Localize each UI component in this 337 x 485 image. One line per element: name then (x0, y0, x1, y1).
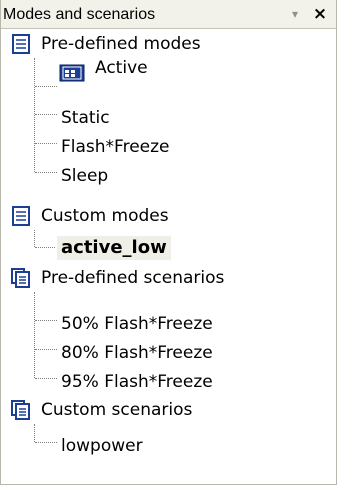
modes-scenarios-panel: Modes and scenarios ▾ × Pre-defined mode… (0, 0, 337, 485)
category-custom-modes[interactable]: Custom modes (1, 202, 336, 230)
tree-item-label: 50% Flash*Freeze (61, 314, 213, 334)
panel-titlebar: Modes and scenarios ▾ × (1, 0, 336, 29)
stacked-documents-icon (11, 268, 30, 288)
tree-item-label: Active (95, 58, 148, 78)
active-mode-icon (59, 64, 85, 82)
dropdown-arrow-icon[interactable]: ▾ (288, 7, 302, 21)
tree-item-label: 80% Flash*Freeze (61, 343, 213, 363)
tree-item-scenario-50[interactable]: 50% Flash*Freeze (1, 310, 336, 338)
tree-item-scenario-95[interactable]: 95% Flash*Freeze (1, 368, 336, 396)
tree-item-label: Static (61, 108, 110, 128)
panel-title: Modes and scenarios (3, 6, 156, 23)
category-custom-scenarios[interactable]: Custom scenarios (1, 396, 336, 424)
category-label: Custom scenarios (41, 400, 193, 420)
tree-item-sleep[interactable]: Sleep (1, 162, 336, 190)
tree-item-label: lowpower (61, 436, 143, 456)
document-list-icon (12, 206, 30, 226)
category-label: Pre-defined modes (41, 34, 201, 54)
tree-item-active-low[interactable]: active_low (1, 233, 336, 261)
document-list-icon (12, 34, 30, 54)
tree-item-lowpower[interactable]: lowpower (1, 432, 336, 460)
category-predefined-scenarios[interactable]: Pre-defined scenarios (1, 264, 336, 292)
stacked-documents-icon (11, 400, 30, 420)
category-predefined-modes[interactable]: Pre-defined modes (1, 30, 336, 58)
tree-item-static[interactable]: Static (1, 104, 336, 132)
tree-item-label-selected: active_low (57, 236, 171, 260)
tree-item-scenario-80[interactable]: 80% Flash*Freeze (1, 339, 336, 367)
category-label: Custom modes (41, 206, 169, 226)
tree-item-flash-freeze[interactable]: Flash*Freeze (1, 133, 336, 161)
tree-connector (35, 86, 57, 87)
tree-item-label: 95% Flash*Freeze (61, 372, 213, 392)
category-label: Pre-defined scenarios (41, 268, 225, 288)
tree-item-label: Sleep (61, 166, 109, 186)
close-icon[interactable]: × (312, 6, 328, 23)
tree-item-active-mode[interactable]: Active (1, 58, 336, 86)
tree-item-label: Flash*Freeze (61, 137, 170, 157)
